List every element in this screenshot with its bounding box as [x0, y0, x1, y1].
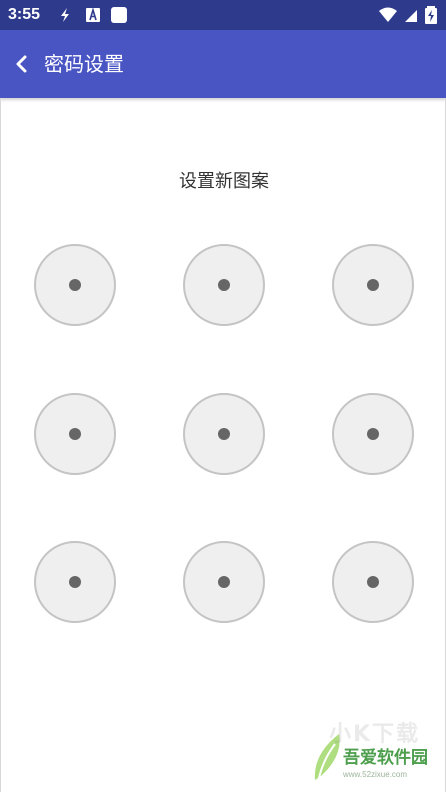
status-time: 3:55: [8, 6, 41, 23]
pattern-dot-center: [218, 279, 230, 291]
watermark: 小K下载 吾爱软件园 www.52zixue.com: [309, 722, 439, 786]
pattern-dot-center: [69, 279, 81, 291]
pattern-dot-center: [218, 428, 230, 440]
chevron-left-icon: [16, 55, 27, 73]
cell-signal-icon: [404, 10, 417, 22]
pattern-dot-5[interactable]: [183, 393, 265, 475]
status-bar: 3:55: [0, 0, 446, 30]
pattern-dot-2[interactable]: [183, 244, 265, 326]
pattern-dot-center: [367, 279, 379, 291]
battery-charging-icon: [425, 6, 437, 24]
pattern-dot-9[interactable]: [332, 541, 414, 623]
pattern-dot-center: [218, 576, 230, 588]
pattern-dot-center: [367, 576, 379, 588]
pattern-lock-screen: 设置新图案 小K下载 吾爱软件园 www.52zixue.com: [0, 98, 446, 792]
pattern-dot-3[interactable]: [332, 244, 414, 326]
page-title: 密码设置: [44, 52, 124, 76]
font-a-icon: [86, 7, 100, 22]
pattern-dot-4[interactable]: [34, 393, 116, 475]
status-right-icons: [378, 5, 438, 25]
watermark-ghost-text: 小K下载: [329, 722, 421, 747]
watermark-url: www.52zixue.com: [343, 770, 408, 779]
pattern-dot-1[interactable]: [34, 244, 116, 326]
pattern-dot-center: [69, 576, 81, 588]
pattern-dot-8[interactable]: [183, 541, 265, 623]
square-notification-icon: [111, 7, 127, 23]
wifi-icon: [378, 7, 397, 22]
back-button[interactable]: [8, 50, 36, 78]
sync-icon: [61, 8, 69, 22]
pattern-dot-center: [69, 428, 81, 440]
pattern-dot-6[interactable]: [332, 393, 414, 475]
app-bar: 密码设置: [0, 30, 446, 98]
pattern-dot-center: [367, 428, 379, 440]
watermark-name: 吾爱软件园: [343, 748, 428, 768]
pattern-dot-7[interactable]: [34, 541, 116, 623]
pattern-grid[interactable]: [1, 98, 446, 792]
